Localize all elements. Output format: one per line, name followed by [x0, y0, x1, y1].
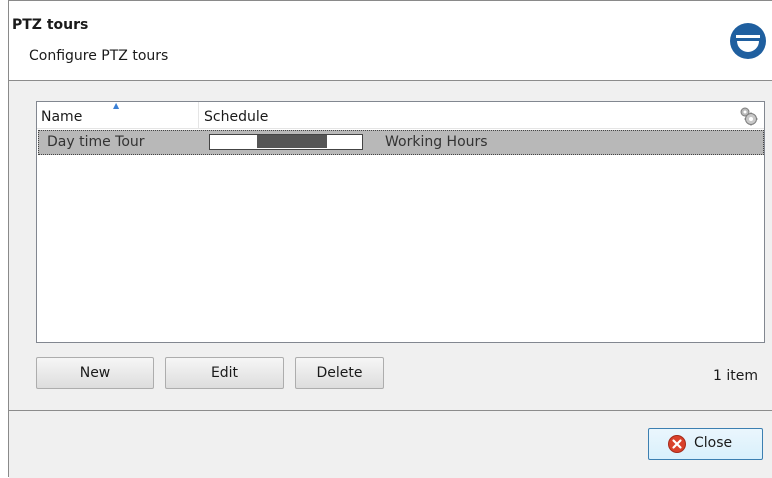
delete-button[interactable]: Delete — [295, 357, 384, 389]
edit-button[interactable]: Edit — [165, 357, 284, 389]
ptz-tours-window: PTZ tours Configure PTZ tours ▲ Name Sch… — [8, 0, 772, 478]
gear-icon[interactable] — [738, 106, 758, 126]
new-button[interactable]: New — [36, 357, 154, 389]
item-count: 1 item — [713, 368, 758, 384]
table-row[interactable]: Day time Tour Working Hours — [38, 130, 764, 155]
tours-list[interactable]: ▲ Name Schedule Day time Tour Working Ho… — [36, 101, 765, 343]
schedule-preview-bar — [209, 134, 363, 150]
column-schedule-label[interactable]: Schedule — [204, 109, 268, 125]
schedule-name-cell: Working Hours — [385, 134, 488, 150]
collapse-circle-icon[interactable] — [727, 20, 769, 62]
tour-name-cell: Day time Tour — [47, 134, 145, 150]
header: PTZ tours Configure PTZ tours — [9, 1, 772, 81]
dialog-footer: Close — [9, 411, 772, 478]
page-title: PTZ tours — [12, 17, 89, 33]
close-button[interactable]: Close — [648, 428, 763, 460]
column-name-label: Name — [41, 109, 83, 125]
column-header: ▲ Name Schedule — [37, 102, 764, 129]
close-button-label: Close — [694, 435, 733, 451]
sort-ascending-icon: ▲ — [113, 101, 120, 110]
column-name-header[interactable]: ▲ Name — [37, 102, 199, 128]
content-panel: ▲ Name Schedule Day time Tour Working Ho… — [9, 81, 772, 411]
page-subtitle: Configure PTZ tours — [29, 48, 169, 64]
schedule-active-block — [257, 135, 327, 148]
close-icon — [668, 435, 686, 453]
